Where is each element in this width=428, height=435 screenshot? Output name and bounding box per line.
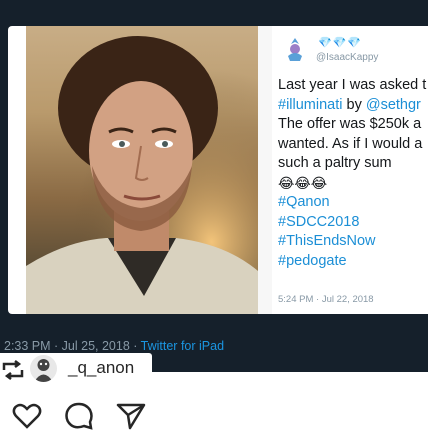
hashtag-link[interactable]: #pedogate: [278, 252, 428, 272]
tweet-handle[interactable]: @IsaacKappy: [316, 52, 378, 63]
tweet-source-link[interactable]: Twitter for iPad: [141, 339, 224, 353]
tweet-line: wanted. As if I would a: [278, 135, 423, 152]
tweet-timestamp[interactable]: 5:24 PM · Jul 22, 2018: [278, 294, 374, 305]
share-icon[interactable]: [116, 402, 146, 435]
badge-icons: 💎💎💎: [318, 37, 363, 49]
outer-tweet-meta: 2:33 PM · Jul 25, 2018 · Twitter for iPa…: [4, 339, 224, 353]
tweet-screenshot-background: 💎💎💎 @IsaacKappy Last year I was asked t …: [0, 0, 428, 372]
hashtag-link[interactable]: #SDCC2018: [278, 213, 428, 233]
avatar[interactable]: [30, 355, 57, 382]
hashtag-link[interactable]: #Qanon: [278, 193, 428, 213]
tweet-line-mentions: #illuminati by @sethgr: [278, 96, 421, 113]
quoted-tweet-card[interactable]: 💎💎💎 @IsaacKappy Last year I was asked t …: [8, 26, 428, 314]
repost-label[interactable]: _q_anon: [0, 353, 152, 385]
heart-icon[interactable]: [12, 402, 42, 435]
profile-photo: [26, 26, 258, 314]
tweet-line: The offer was $250k a: [278, 116, 422, 132]
repost-username[interactable]: _q_anon: [68, 358, 134, 378]
mention-link[interactable]: @sethgr: [366, 97, 421, 113]
tweet-body: Last year I was asked t #illuminati by @…: [278, 76, 428, 271]
tweet-author-avatar[interactable]: [284, 36, 306, 62]
action-bar: [0, 398, 428, 430]
image-divider: [258, 26, 272, 314]
comment-icon[interactable]: [64, 402, 94, 435]
hashtag-link[interactable]: #ThisEndsNow: [278, 232, 428, 252]
tweet-line: such a paltry sum: [278, 155, 392, 171]
outer-timestamp[interactable]: 2:33 PM · Jul 25, 2018 ·: [4, 339, 141, 353]
repost-icon: [2, 360, 24, 385]
hashtag-link[interactable]: #illuminati: [278, 97, 342, 113]
tweet-line: Last year I was asked t: [278, 77, 427, 93]
tweet-text-panel: 💎💎💎 @IsaacKappy Last year I was asked t …: [272, 26, 428, 314]
emoji-line: 😂😂😂: [278, 174, 328, 191]
